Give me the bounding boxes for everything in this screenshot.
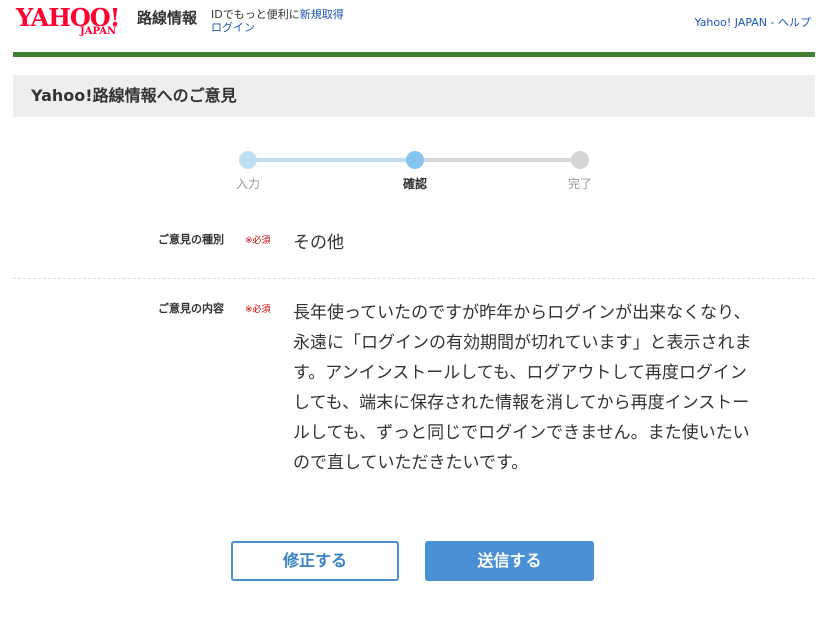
signup-link[interactable]: 新規取得 (300, 8, 344, 21)
logo-sub-text: JAPAN (80, 26, 117, 37)
required-badge: ※必須 (245, 305, 271, 315)
service-name[interactable]: 路線情報 (137, 8, 197, 28)
step-dot-confirm (406, 151, 424, 169)
edit-button[interactable]: 修正する (231, 541, 399, 581)
required-badge: ※必須 (245, 236, 271, 246)
stepper-line-todo (415, 158, 580, 162)
step-dot-input (239, 151, 257, 169)
stepper-line-done (248, 158, 415, 162)
step-label-confirm: 確認 (402, 177, 427, 191)
yahoo-japan-logo[interactable]: YAHOO! JAPAN (16, 4, 134, 40)
feedback-content-value: 長年使っていたのですが昨年からログインが出来なくなり、 永遠に「ログインの有効期… (293, 303, 752, 473)
row-divider (13, 278, 815, 279)
id-promo: IDでもっと便利に新規取得 (211, 8, 344, 21)
page-title-bar: Yahoo!路線情報へのご意見 (13, 75, 815, 117)
login-link[interactable]: ログイン (211, 21, 255, 34)
feedback-type-label: ご意見の種別 (158, 233, 224, 246)
help-link[interactable]: Yahoo! JAPAN - ヘルプ (694, 16, 811, 30)
step-dot-complete (571, 151, 589, 169)
feedback-content-label: ご意見の内容 (158, 302, 224, 315)
send-button[interactable]: 送信する (425, 541, 594, 581)
progress-stepper: 入力 確認 完了 (230, 150, 600, 200)
step-label-complete: 完了 (567, 177, 592, 191)
id-promo-text: IDでもっと便利に (211, 8, 300, 21)
page-title: Yahoo!路線情報へのご意見 (31, 86, 237, 105)
header-divider (13, 52, 815, 57)
step-label-input: 入力 (235, 177, 260, 191)
header: YAHOO! JAPAN 路線情報 IDでもっと便利に新規取得 ログイン Yah… (0, 0, 827, 57)
feedback-type-value: その他 (293, 233, 344, 253)
